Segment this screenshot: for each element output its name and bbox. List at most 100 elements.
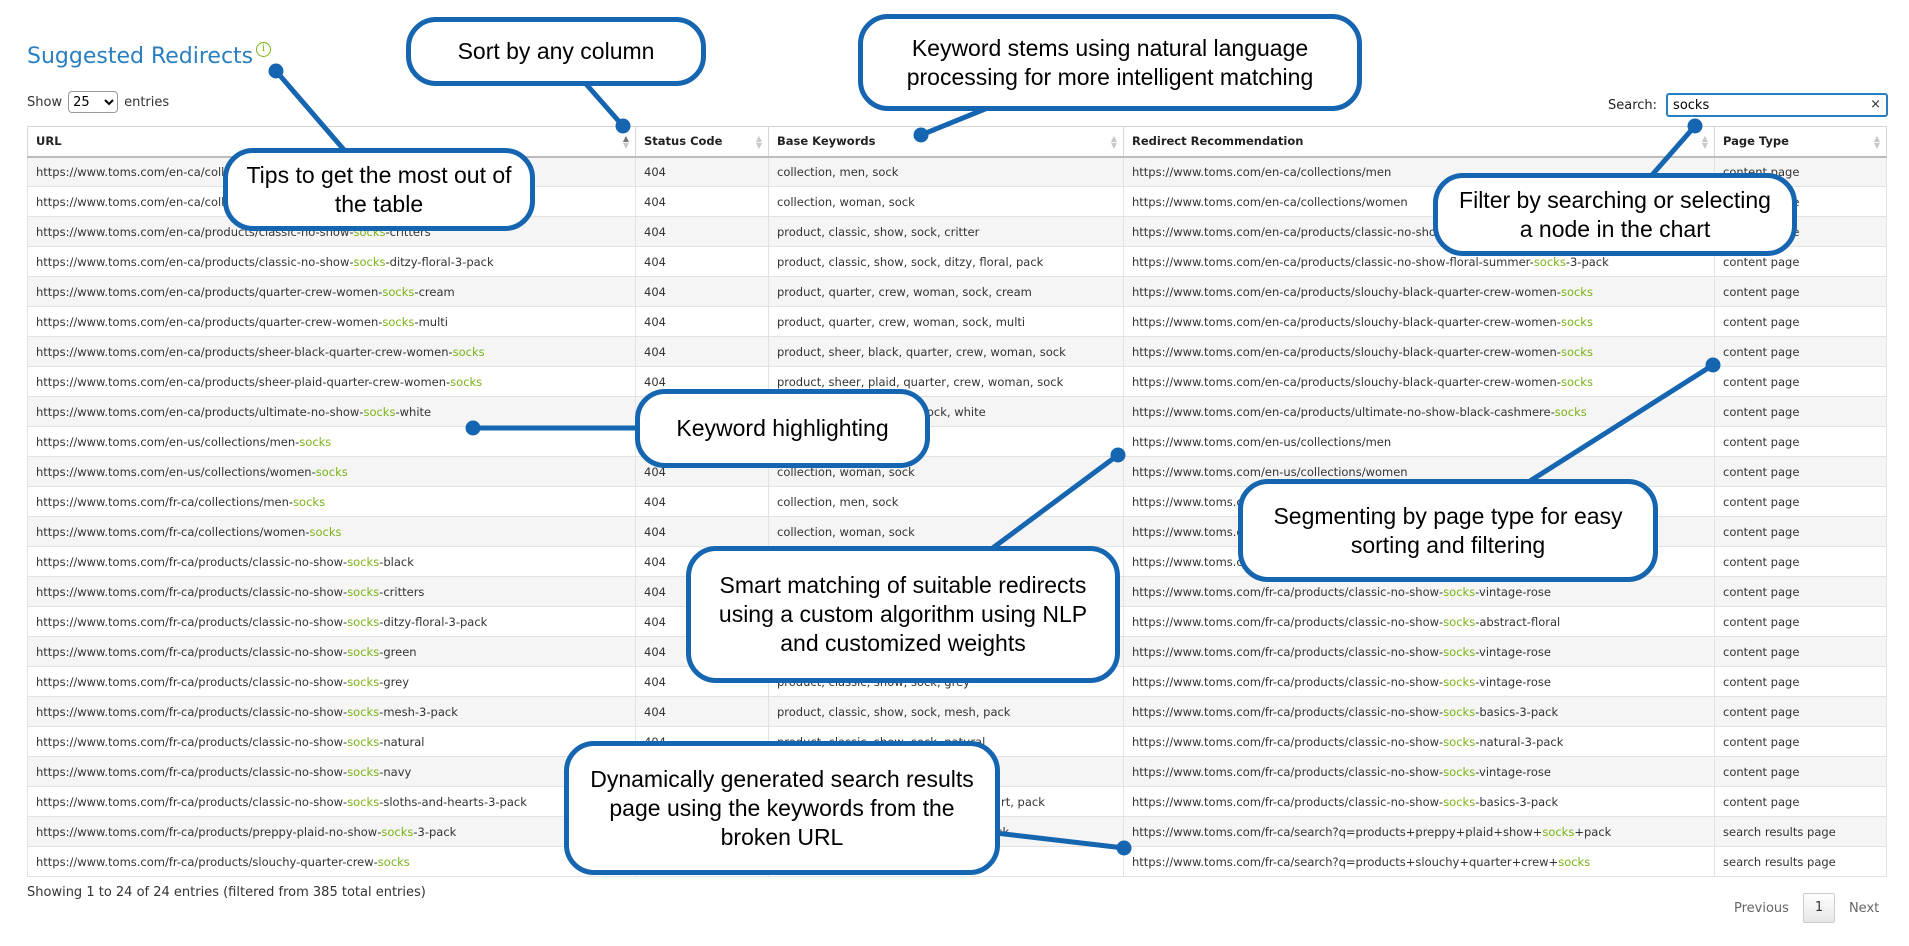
redirect-recommendation-cell[interactable]: https://www.toms.com/fr-ca/products/clas…: [1123, 636, 1715, 667]
keyword-highlight: socks: [293, 494, 326, 509]
redirect-recommendation-cell[interactable]: https://www.toms.com/fr-ca/products/clas…: [1123, 756, 1715, 787]
keyword-highlight: socks: [347, 704, 380, 719]
base-keywords-cell: product, classic, show, sock, mesh, pack: [768, 696, 1124, 727]
column-header-base-keywords[interactable]: Base Keywords ▲ ▼: [768, 126, 1124, 158]
status-code-cell: 404: [635, 516, 769, 547]
url-cell[interactable]: https://www.toms.com/en-ca/products/ulti…: [27, 396, 636, 427]
redirect-recommendation-cell[interactable]: https://www.toms.com/fr-ca/search?q=prod…: [1123, 816, 1715, 847]
keyword-highlight: socks: [347, 764, 380, 779]
url-cell[interactable]: https://www.toms.com/fr-ca/products/slou…: [27, 846, 636, 877]
url-cell[interactable]: https://www.toms.com/fr-ca/collections/m…: [27, 486, 636, 517]
url-cell[interactable]: https://www.toms.com/fr-ca/products/clas…: [27, 636, 636, 667]
callout-tips: Tips to get the most out of the table: [223, 148, 535, 231]
callout-sort-column: Sort by any column: [406, 17, 706, 86]
table-row[interactable]: https://www.toms.com/en-ca/products/shee…: [27, 366, 1887, 397]
redirect-recommendation-cell[interactable]: https://www.toms.com/fr-ca/products/clas…: [1123, 726, 1715, 757]
info-circle-icon[interactable]: i: [256, 42, 271, 57]
url-cell[interactable]: https://www.toms.com/fr-ca/products/clas…: [27, 696, 636, 727]
keyword-highlight: socks: [347, 554, 380, 569]
page-size-select[interactable]: 25: [68, 91, 119, 113]
redirect-recommendation-cell[interactable]: https://www.toms.com/fr-ca/search?q=prod…: [1123, 846, 1715, 877]
column-header-redirect-recommendation[interactable]: Redirect Recommendation ▲ ▼: [1123, 126, 1715, 158]
keyword-highlight: socks: [347, 584, 380, 599]
url-cell[interactable]: https://www.toms.com/fr-ca/products/clas…: [27, 606, 636, 637]
keyword-highlight: socks: [1560, 344, 1593, 359]
redirect-recommendation-cell[interactable]: https://www.toms.com/fr-ca/products/clas…: [1123, 606, 1715, 637]
url-cell[interactable]: https://www.toms.com/en-ca/products/quar…: [27, 276, 636, 307]
url-cell[interactable]: https://www.toms.com/en-ca/products/shee…: [27, 366, 636, 397]
keyword-highlight: socks: [382, 284, 415, 299]
keyword-highlight: socks: [1443, 584, 1476, 599]
redirect-recommendation-cell[interactable]: https://www.toms.com/fr-ca/products/clas…: [1123, 666, 1715, 697]
sort-icon: ▲ ▼: [1873, 134, 1880, 150]
redirect-recommendation-cell[interactable]: https://www.toms.com/en-ca/products/ulti…: [1123, 396, 1715, 427]
page-type-cell: content page: [1714, 606, 1887, 637]
base-keywords-cell: collection, men, sock: [768, 486, 1124, 517]
url-cell[interactable]: https://www.toms.com/en-ca/products/quar…: [27, 306, 636, 337]
table-row[interactable]: https://www.toms.com/en-ca/products/quar…: [27, 276, 1887, 307]
status-code-cell: 404: [635, 186, 769, 217]
url-cell[interactable]: https://www.toms.com/fr-ca/products/clas…: [27, 666, 636, 697]
table-row[interactable]: https://www.toms.com/en-ca/products/quar…: [27, 306, 1887, 337]
url-cell[interactable]: https://www.toms.com/fr-ca/products/clas…: [27, 786, 636, 817]
redirect-recommendation-cell[interactable]: https://www.toms.com/fr-ca/products/clas…: [1123, 696, 1715, 727]
redirect-recommendation-cell[interactable]: https://www.toms.com/en-ca/products/slou…: [1123, 366, 1715, 397]
table-row[interactable]: https://www.toms.com/en-us/collections/m…: [27, 426, 1887, 457]
url-cell[interactable]: https://www.toms.com/en-us/collections/w…: [27, 456, 636, 487]
url-cell[interactable]: https://www.toms.com/fr-ca/products/clas…: [27, 546, 636, 577]
url-cell[interactable]: https://www.toms.com/fr-ca/products/clas…: [27, 576, 636, 607]
url-cell[interactable]: https://www.toms.com/fr-ca/collections/w…: [27, 516, 636, 547]
keyword-highlight: socks: [353, 254, 386, 269]
next-button[interactable]: Next: [1845, 901, 1883, 916]
page-type-cell: content page: [1714, 666, 1887, 697]
page-type-cell: search results page: [1714, 816, 1887, 847]
redirect-recommendation-cell[interactable]: https://www.toms.com/en-ca/products/slou…: [1123, 276, 1715, 307]
callout-page-type-segmenting: Segmenting by page type for easy sorting…: [1238, 479, 1658, 582]
page-type-cell: content page: [1714, 756, 1887, 787]
redirect-recommendation-cell[interactable]: https://www.toms.com/en-ca/products/slou…: [1123, 336, 1715, 367]
status-code-cell: 404: [635, 336, 769, 367]
pagination: Previous 1 Next: [1730, 893, 1883, 923]
callout-keyword-highlighting: Keyword highlighting: [635, 389, 930, 468]
search-box[interactable]: ×: [1666, 93, 1889, 117]
keyword-highlight: socks: [347, 734, 380, 749]
keyword-highlight: socks: [315, 464, 348, 479]
page-type-cell: content page: [1714, 426, 1887, 457]
search-input[interactable]: [1668, 95, 1887, 115]
url-cell[interactable]: https://www.toms.com/en-us/collections/m…: [27, 426, 636, 457]
url-cell[interactable]: https://www.toms.com/en-ca/products/shee…: [27, 336, 636, 367]
callout-smart-matching: Smart matching of suitable redirects usi…: [686, 546, 1120, 683]
sort-icon: ▲ ▼: [755, 134, 762, 150]
keyword-highlight: socks: [347, 614, 380, 629]
page-type-cell: content page: [1714, 516, 1887, 547]
keyword-highlight: socks: [347, 794, 380, 809]
redirect-recommendation-cell[interactable]: https://www.toms.com/en-ca/products/slou…: [1123, 306, 1715, 337]
url-cell[interactable]: https://www.toms.com/fr-ca/products/clas…: [27, 726, 636, 757]
page-type-cell: content page: [1714, 726, 1887, 757]
redirect-recommendation-cell[interactable]: https://www.toms.com/fr-ca/products/clas…: [1123, 786, 1715, 817]
base-keywords-cell: collection, woman, sock: [768, 186, 1124, 217]
url-cell[interactable]: https://www.toms.com/fr-ca/products/prep…: [27, 816, 636, 847]
page-type-cell: content page: [1714, 456, 1887, 487]
callout-keyword-stems: Keyword stems using natural language pro…: [858, 14, 1362, 111]
redirect-recommendation-cell[interactable]: https://www.toms.com/en-us/collections/m…: [1123, 426, 1715, 457]
page-type-cell: content page: [1714, 546, 1887, 577]
column-header-status-code[interactable]: Status Code ▲ ▼: [635, 126, 769, 158]
url-cell[interactable]: https://www.toms.com/en-ca/products/clas…: [27, 246, 636, 277]
keyword-highlight: socks: [1560, 284, 1593, 299]
search-control: Search: ×: [1608, 93, 1889, 117]
page-1-button[interactable]: 1: [1802, 893, 1835, 923]
column-header-page-type[interactable]: Page Type ▲ ▼: [1714, 126, 1887, 158]
url-cell[interactable]: https://www.toms.com/fr-ca/products/clas…: [27, 756, 636, 787]
keyword-highlight: socks: [377, 854, 410, 869]
base-keywords-cell: product, classic, show, sock, critter: [768, 216, 1124, 247]
keyword-highlight: socks: [1443, 764, 1476, 779]
table-row[interactable]: https://www.toms.com/en-ca/products/shee…: [27, 336, 1887, 367]
base-keywords-cell: product, quarter, crew, woman, sock, cre…: [768, 276, 1124, 307]
table-row[interactable]: https://www.toms.com/en-ca/products/ulti…: [27, 396, 1887, 427]
table-row[interactable]: https://www.toms.com/fr-ca/products/clas…: [27, 696, 1887, 727]
clear-icon[interactable]: ×: [1870, 97, 1881, 112]
sort-icon: ▲ ▼: [1110, 134, 1117, 150]
previous-button[interactable]: Previous: [1730, 901, 1793, 916]
keyword-highlight: socks: [363, 404, 396, 419]
